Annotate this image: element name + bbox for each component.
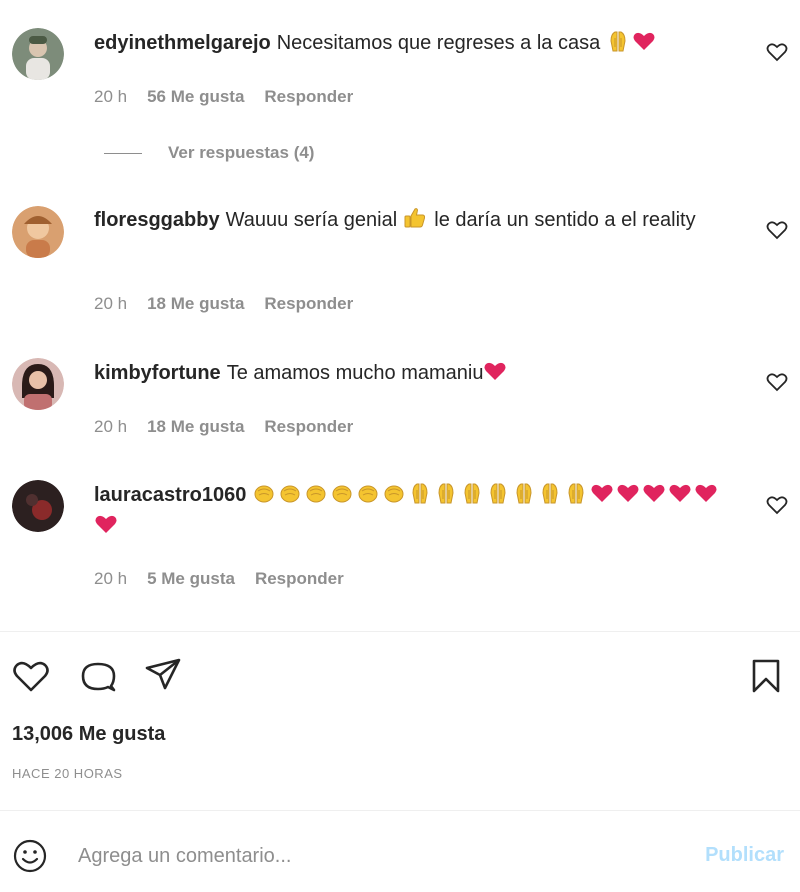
- red-heart-emoji: [616, 481, 640, 505]
- reply-button[interactable]: Responder: [255, 569, 344, 589]
- red-heart-emoji: [632, 29, 656, 53]
- like-heart-icon[interactable]: [11, 656, 51, 696]
- comment-time: 20 h: [94, 87, 128, 106]
- reply-button[interactable]: Responder: [264, 87, 353, 107]
- like-comment-heart-icon[interactable]: [765, 40, 789, 64]
- praying-hands-emoji: [486, 481, 510, 505]
- add-comment-bar: Publicar: [0, 830, 800, 882]
- reply-button[interactable]: Responder: [264, 294, 353, 314]
- clapping-emoji: [382, 481, 406, 505]
- red-heart-emoji: [668, 481, 692, 505]
- comment-likes[interactable]: 18 Me gusta: [147, 417, 244, 437]
- divider: [0, 631, 800, 632]
- comment-username[interactable]: kimbyfortune: [94, 362, 221, 384]
- comment-input[interactable]: [78, 838, 678, 874]
- comment-body-start: Wauuu sería genial: [225, 209, 398, 231]
- comment-body: Necesitamos que regreses a la casa: [276, 32, 601, 54]
- comment-time: 20 h: [94, 417, 128, 436]
- view-replies-line: [104, 152, 142, 154]
- avatar[interactable]: [12, 206, 64, 258]
- post-time-ago: HACE 20 HORAS: [12, 766, 123, 781]
- share-send-icon[interactable]: [143, 654, 183, 694]
- comment-username[interactable]: floresggabby: [94, 209, 220, 231]
- praying-hands-emoji: [434, 481, 458, 505]
- clapping-emoji: [278, 481, 302, 505]
- praying-hands-emoji: [538, 481, 562, 505]
- view-replies-label: Ver respuestas (4): [168, 143, 315, 162]
- clapping-emoji: [356, 481, 380, 505]
- red-heart-emoji: [483, 359, 507, 383]
- praying-hands-emoji: [512, 481, 536, 505]
- red-heart-emoji: [642, 481, 666, 505]
- publish-button[interactable]: Publicar: [705, 844, 784, 867]
- comment-time: 20 h: [94, 294, 128, 313]
- comment-likes[interactable]: 18 Me gusta: [147, 294, 244, 314]
- view-replies-button[interactable]: Ver respuestas (4): [104, 143, 314, 163]
- comment-meta: 20 h 18 Me gusta Responder: [94, 417, 353, 437]
- comment-meta: 20 h 18 Me gusta Responder: [94, 294, 353, 314]
- comment-likes[interactable]: 5 Me gusta: [147, 569, 235, 589]
- divider: [0, 810, 800, 811]
- like-comment-heart-icon[interactable]: [765, 370, 789, 394]
- comment-body-end: le daría un sentido a el reality: [434, 209, 696, 231]
- comment-meta: 20 h 5 Me gusta Responder: [94, 569, 344, 589]
- red-heart-emoji: [94, 512, 118, 536]
- post-likes-count[interactable]: 13,006 Me gusta: [12, 723, 165, 746]
- avatar[interactable]: [12, 28, 64, 80]
- post-action-bar: [0, 652, 800, 700]
- red-heart-emoji: [590, 481, 614, 505]
- clapping-emoji: [252, 481, 276, 505]
- reply-button[interactable]: Responder: [264, 417, 353, 437]
- clapping-emoji: [330, 481, 354, 505]
- avatar[interactable]: [12, 480, 64, 532]
- comment-meta: 20 h 56 Me gusta Responder: [94, 87, 353, 107]
- like-comment-heart-icon[interactable]: [765, 218, 789, 242]
- comment-body: Te amamos mucho mamaniu: [226, 362, 484, 384]
- red-heart-emoji: [694, 481, 718, 505]
- comment-bubble-icon[interactable]: [78, 656, 118, 696]
- praying-hands-emoji: [606, 29, 630, 53]
- comment-username[interactable]: edyinethmelgarejo: [94, 32, 271, 54]
- avatar[interactable]: [12, 358, 64, 410]
- comment-time: 20 h: [94, 569, 128, 588]
- comment-text: kimbyfortune Te amamos mucho mamaniu: [94, 358, 734, 389]
- comment-text: floresggabby Wauuu sería genial le daría …: [94, 205, 734, 236]
- bookmark-icon[interactable]: [746, 656, 786, 696]
- thumbs-up-emoji: [403, 206, 427, 230]
- praying-hands-emoji: [564, 481, 588, 505]
- praying-hands-emoji: [460, 481, 484, 505]
- praying-hands-emoji: [408, 481, 432, 505]
- clapping-emoji: [304, 481, 328, 505]
- emoji-picker-smiley-icon[interactable]: [12, 838, 48, 874]
- comment-text: lauracastro1060: [94, 480, 734, 542]
- comment-username[interactable]: lauracastro1060: [94, 484, 246, 506]
- like-comment-heart-icon[interactable]: [765, 493, 789, 517]
- comment-likes[interactable]: 56 Me gusta: [147, 87, 244, 107]
- comment-text: edyinethmelgarejo Necesitamos que regrese…: [94, 28, 734, 59]
